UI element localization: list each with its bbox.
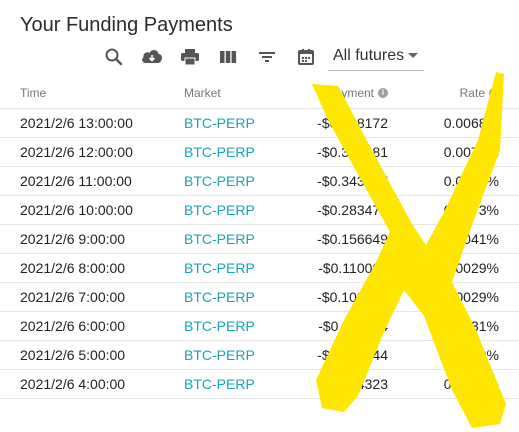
row-time: 2021/2/6 11:00:00 xyxy=(20,173,132,189)
header-rate-label: Rate xyxy=(459,86,485,100)
row-payment: -$0.110003 xyxy=(318,260,388,276)
row-rate: 0.0029% xyxy=(443,289,499,305)
row-payment: -$0.184323 xyxy=(317,376,388,392)
row-market-link[interactable]: BTC-PERP xyxy=(184,202,255,218)
row-market-link[interactable]: BTC-PERP xyxy=(184,318,255,334)
row-rate: 0.0077% xyxy=(443,144,499,160)
table-row: 2021/2/6 11:00:00 BTC-PERP -$0.343367 0.008… xyxy=(0,167,519,196)
row-market-link[interactable]: BTC-PERP xyxy=(184,347,255,363)
row-market-link[interactable]: BTC-PERP xyxy=(184,115,255,131)
table-header: Time Market Payment i Rate i xyxy=(0,78,519,109)
header-rate[interactable]: Rate i xyxy=(460,86,499,100)
row-rate: 0.0031% xyxy=(443,318,499,334)
row-payment: -$0.304081 xyxy=(317,144,388,160)
header-market-label: Market xyxy=(184,86,221,100)
row-payment: -$0.117174 xyxy=(318,318,388,334)
columns-icon[interactable] xyxy=(216,45,240,69)
table-row: 2021/2/6 8:00:00 BTC-PERP -$0.110003 0.0029… xyxy=(0,254,519,283)
row-rate: 0.0088% xyxy=(443,173,499,189)
row-market-link[interactable]: BTC-PERP xyxy=(184,173,255,189)
filter-icon[interactable] xyxy=(255,45,279,69)
row-time: 2021/2/6 7:00:00 xyxy=(20,289,126,305)
futures-filter-select[interactable]: All futures xyxy=(328,42,424,71)
toolbar: All futures xyxy=(0,42,519,72)
row-payment: -$0.150744 xyxy=(317,347,388,363)
table-row: 2021/2/6 10:00:00 BTC-PERP -$0.283474 0.007… xyxy=(0,196,519,225)
funding-payments-card: Your Funding Payments All futures Time M… xyxy=(0,0,519,432)
row-market-link[interactable]: BTC-PERP xyxy=(184,144,255,160)
row-time: 2021/2/6 5:00:00 xyxy=(20,347,126,363)
row-payment: -$0.343367 xyxy=(317,173,388,189)
table-row: 2021/2/6 4:00:00 BTC-PERP -$0.184323 0.0049… xyxy=(0,370,519,399)
row-market-link[interactable]: BTC-PERP xyxy=(184,231,255,247)
row-time: 2021/2/6 9:00:00 xyxy=(20,231,126,247)
header-payment[interactable]: Payment i xyxy=(327,86,388,100)
row-payment: -$0.109864 xyxy=(317,289,388,305)
row-time: 2021/2/6 12:00:00 xyxy=(20,144,133,160)
header-time-label: Time xyxy=(20,86,47,100)
row-rate: 0.0073% xyxy=(443,202,499,218)
row-rate: 0.0029% xyxy=(443,260,499,276)
download-icon[interactable] xyxy=(140,45,164,69)
row-time: 2021/2/6 13:00:00 xyxy=(20,115,133,131)
row-rate: 0.0041% xyxy=(443,231,499,247)
row-payment: -$0.283474 xyxy=(317,202,388,218)
row-time: 2021/2/6 4:00:00 xyxy=(20,376,126,392)
row-payment: -$0.268172 xyxy=(317,115,388,131)
row-time: 2021/2/6 6:00:00 xyxy=(20,318,126,334)
search-icon[interactable] xyxy=(102,45,126,69)
row-rate: 0.0040% xyxy=(443,347,499,363)
page-title: Your Funding Payments xyxy=(20,14,233,36)
calendar-icon[interactable] xyxy=(294,45,318,69)
row-rate: 0.0049% xyxy=(443,376,499,392)
table-row: 2021/2/6 9:00:00 BTC-PERP -$0.156649 0.0041… xyxy=(0,225,519,254)
table-row: 2021/2/6 5:00:00 BTC-PERP -$0.150744 0.0040… xyxy=(0,341,519,370)
row-market-link[interactable]: BTC-PERP xyxy=(184,260,255,276)
row-time: 2021/2/6 8:00:00 xyxy=(20,260,126,276)
header-market[interactable]: Market xyxy=(184,86,221,100)
row-payment: -$0.156649 xyxy=(317,231,388,247)
row-market-link[interactable]: BTC-PERP xyxy=(184,376,255,392)
futures-filter-value: All futures xyxy=(333,47,405,64)
table-body: 2021/2/6 13:00:00 BTC-PERP -$0.268172 0.006… xyxy=(0,109,519,399)
info-icon[interactable]: i xyxy=(378,88,388,98)
row-rate: 0.0068% xyxy=(443,115,499,131)
row-time: 2021/2/6 10:00:00 xyxy=(20,202,133,218)
row-market-link[interactable]: BTC-PERP xyxy=(184,289,255,305)
header-payment-label: Payment xyxy=(326,86,374,100)
header-time[interactable]: Time xyxy=(20,86,46,100)
chevron-down-icon xyxy=(408,53,418,58)
print-icon[interactable] xyxy=(178,45,202,69)
table-row: 2021/2/6 12:00:00 BTC-PERP -$0.304081 0.007… xyxy=(0,138,519,167)
table-row: 2021/2/6 13:00:00 BTC-PERP -$0.268172 0.006… xyxy=(0,109,519,138)
info-icon[interactable]: i xyxy=(489,88,499,98)
table-row: 2021/2/6 6:00:00 BTC-PERP -$0.117174 0.0031… xyxy=(0,312,519,341)
table-row: 2021/2/6 7:00:00 BTC-PERP -$0.109864 0.0029… xyxy=(0,283,519,312)
